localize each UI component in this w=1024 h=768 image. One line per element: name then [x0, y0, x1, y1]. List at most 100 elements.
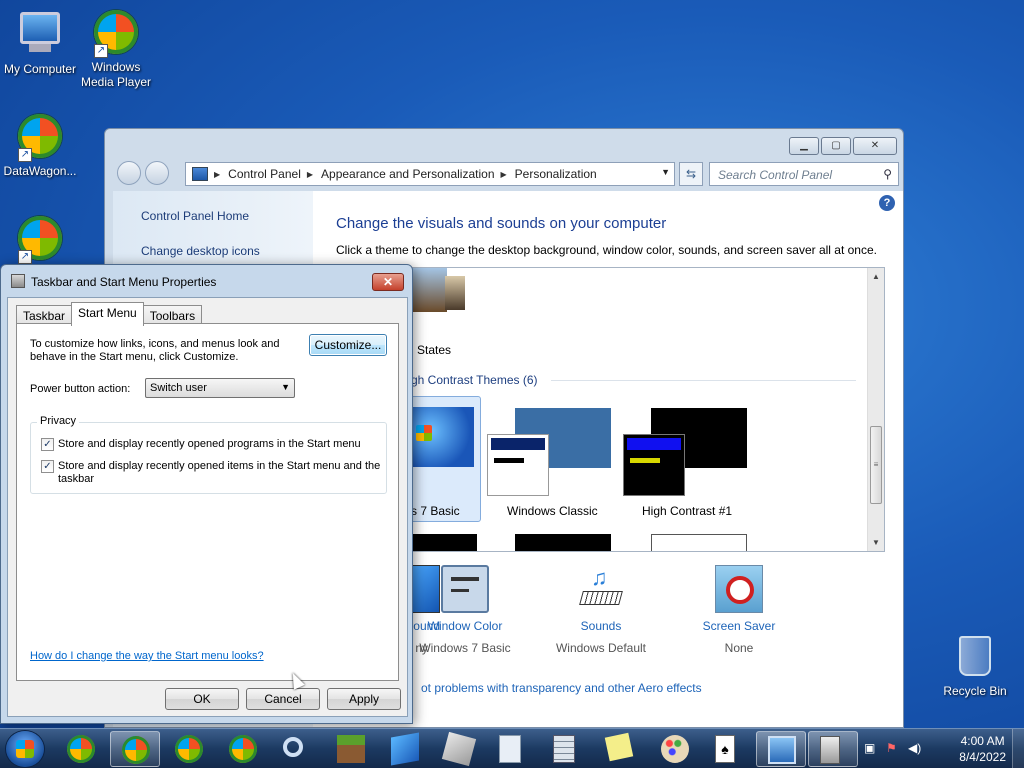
taskbar-app-blue[interactable]	[380, 731, 430, 767]
scroll-down-icon[interactable]: ▼	[868, 534, 884, 551]
window-color-item[interactable]: Window Color Windows 7 Basic	[410, 565, 520, 655]
search-icon[interactable]: ⚲	[883, 167, 892, 181]
power-button-select[interactable]: Switch user ▼	[145, 378, 295, 398]
aero-troubleshoot-link[interactable]: ot problems with transparency and other …	[421, 681, 702, 695]
power-button-value: Switch user	[150, 382, 207, 394]
privacy-option-items[interactable]: ✓ Store and display recently opened item…	[41, 460, 381, 486]
screen-saver-title: Screen Saver	[702, 619, 776, 633]
network-icon[interactable]: ▣	[864, 741, 878, 755]
screen-saver-item[interactable]: Screen Saver None	[684, 565, 794, 655]
chevron-right-icon: ▶	[214, 169, 221, 179]
taskbar-app-gray[interactable]	[434, 731, 484, 767]
volume-icon[interactable]: ◀)	[908, 741, 922, 755]
cancel-button[interactable]: Cancel	[246, 688, 320, 710]
taskbar-calculator[interactable]	[542, 731, 592, 767]
action-center-flag-icon[interactable]: ⚑	[886, 741, 900, 755]
taskbar-app-3[interactable]	[164, 731, 214, 767]
window-color-title: Window Color	[427, 619, 503, 633]
theme-components: kground ny Window Color Windows 7 Basic …	[397, 565, 903, 675]
computer-icon	[16, 12, 64, 60]
taskbar-paint[interactable]	[650, 731, 700, 767]
refresh-button[interactable]: ⇆	[679, 162, 703, 186]
apply-button[interactable]: Apply	[327, 688, 401, 710]
taskbar-app-1[interactable]	[56, 731, 106, 767]
breadcrumb-personalization[interactable]: Personalization	[515, 167, 597, 181]
ok-button[interactable]: OK	[165, 688, 239, 710]
maximize-button[interactable]: ▢	[821, 137, 851, 155]
privacy-option-programs[interactable]: ✓ Store and display recently opened prog…	[41, 438, 361, 451]
privacy-legend: Privacy	[37, 415, 80, 427]
help-icon[interactable]: ?	[879, 195, 895, 211]
desktop-icon-label: My Computer	[3, 62, 77, 76]
window-color-value: Windows 7 Basic	[419, 641, 511, 655]
theme-list[interactable]: States gh Contrast Themes (6) s 7 Basic	[410, 267, 885, 552]
desktop-icon-my-computer[interactable]: My Computer	[0, 8, 80, 77]
taskbar-solitaire[interactable]: ♠	[704, 731, 754, 767]
sounds-title: Sounds	[580, 619, 622, 633]
customize-button[interactable]: Customize...	[309, 334, 387, 356]
scroll-up-icon[interactable]: ▲	[868, 268, 884, 285]
control-panel-icon	[768, 736, 796, 764]
window-caption: ▁ ▢ ✕	[105, 129, 903, 159]
address-bar[interactable]: ▶ Control Panel ▶ Appearance and Persona…	[185, 162, 675, 186]
taskbar-control-panel[interactable]	[756, 731, 806, 767]
playing-card-icon: ♠	[715, 735, 735, 763]
show-desktop-button[interactable]	[1012, 729, 1024, 768]
tab-taskbar[interactable]: Taskbar	[16, 305, 73, 325]
desktop-icon-shortcut[interactable]: ↗	[0, 214, 80, 266]
breadcrumb-control-panel[interactable]: Control Panel	[228, 167, 301, 181]
checkbox-checked-icon[interactable]: ✓	[41, 460, 54, 473]
taskbar-app-2[interactable]	[110, 731, 160, 767]
checkbox-checked-icon[interactable]: ✓	[41, 438, 54, 451]
customize-description: To customize how links, icons, and menus…	[30, 338, 280, 363]
forward-button[interactable]	[145, 161, 169, 185]
start-button[interactable]	[6, 731, 44, 767]
clock[interactable]: 4:00 AM 8/4/2022	[959, 733, 1006, 765]
chevron-right-icon: ▶	[500, 169, 507, 179]
chevron-down-icon[interactable]: ▼	[661, 167, 670, 177]
power-button-label: Power button action:	[30, 383, 131, 395]
theme-thumbnail-states[interactable]	[411, 268, 471, 318]
close-button[interactable]: ✕	[853, 137, 897, 155]
sounds-value: Windows Default	[555, 641, 647, 655]
left-link-change-desktop-icons[interactable]: Change desktop icons	[113, 244, 313, 258]
desktop-icon-windows-media-player[interactable]: ↗ Windows Media Player	[76, 8, 156, 90]
privacy-option-label: Store and display recently opened progra…	[58, 438, 361, 450]
taskbar-documents[interactable]	[488, 731, 538, 767]
windows-logo-icon	[16, 740, 34, 758]
system-tray: ▣ ⚑ ◀) 4:00 AM 8/4/2022	[858, 729, 1024, 768]
start-menu-help-link[interactable]: How do I change the way the Start menu l…	[30, 650, 264, 662]
sounds-item[interactable]: ♫ Sounds Windows Default	[546, 565, 656, 655]
desktop-icon-label: DataWagon...	[3, 164, 77, 178]
taskbar-search-app[interactable]	[272, 731, 322, 767]
back-button[interactable]	[117, 161, 141, 185]
breadcrumb-appearance[interactable]: Appearance and Personalization	[321, 167, 494, 181]
theme-list-scrollbar[interactable]: ▲ ≡ ▼	[867, 268, 884, 551]
taskbar-taskbar-properties[interactable]	[808, 731, 858, 767]
minimize-button[interactable]: ▁	[789, 137, 819, 155]
taskbar-sticky-notes[interactable]	[596, 731, 646, 767]
chevron-right-icon: ▶	[306, 169, 314, 179]
taskbar-app-4[interactable]	[218, 731, 268, 767]
search-placeholder: Search Control Panel	[718, 168, 833, 182]
datawagon-icon: ↗	[16, 114, 64, 162]
search-input[interactable]: Search Control Panel ⚲	[709, 162, 899, 186]
magnifier-icon	[283, 737, 303, 757]
sounds-icon: ♫	[577, 565, 625, 613]
desktop-icon-recycle-bin[interactable]: Recycle Bin	[935, 632, 1015, 699]
tab-start-menu[interactable]: Start Menu	[71, 302, 144, 326]
tab-toolbars[interactable]: Toolbars	[142, 305, 203, 325]
taskbar-minecraft[interactable]	[326, 731, 376, 767]
dropdown-arrow-icon: ▼	[281, 382, 290, 392]
sticky-note-icon	[604, 732, 634, 762]
theme-thumbnail-windows-classic[interactable]	[487, 406, 617, 498]
theme-label-states: States	[417, 343, 452, 357]
blue-app-icon	[391, 732, 419, 766]
grass-block-icon	[337, 735, 365, 763]
screen-saver-icon	[715, 565, 763, 613]
theme-thumbnail-high-contrast-1[interactable]	[623, 406, 753, 498]
scroll-thumb[interactable]: ≡	[870, 426, 882, 504]
desktop-icon-datawagon[interactable]: ↗ DataWagon...	[0, 112, 80, 179]
dialog-close-button[interactable]: ✕	[372, 273, 404, 291]
left-link-control-panel-home[interactable]: Control Panel Home	[113, 209, 313, 223]
